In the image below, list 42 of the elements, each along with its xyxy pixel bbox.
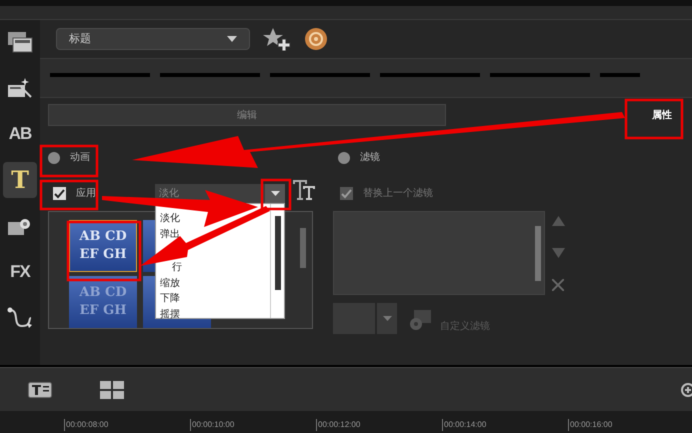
dropdown-arrow-button[interactable]	[265, 184, 285, 203]
sidebar-button[interactable]: AB	[3, 116, 37, 152]
dropdown-value: 标题	[69, 32, 91, 47]
close-icon[interactable]	[552, 279, 564, 291]
caret-icon	[382, 316, 392, 321]
timecode: 00:00:14:00	[442, 419, 506, 431]
library-dropdown[interactable]: 标题	[56, 28, 250, 50]
dropdown-option[interactable]: 淡化	[160, 211, 180, 226]
dropdown-option[interactable]: 弹出	[160, 226, 180, 242]
film-wand-icon	[7, 77, 33, 99]
dropdown-option[interactable]: 摇摆	[160, 306, 180, 322]
radio-button[interactable]: 滤镜	[338, 150, 380, 165]
highlight-frame	[40, 144, 98, 178]
timecode: 00:00:08:00	[64, 419, 128, 431]
timecode: 00:00:10:00	[190, 419, 254, 431]
sidebar-button[interactable]: T	[3, 162, 37, 198]
checkmark-icon	[341, 188, 352, 199]
radio-button[interactable]: 动画	[48, 150, 310, 165]
title-track-icon[interactable]	[28, 382, 52, 398]
timecode: 00:00:16:00	[568, 419, 632, 431]
preset-thumbnail[interactable]: AB CD EF GH	[69, 220, 137, 272]
dropdown-value: 淡化	[159, 187, 179, 201]
caret-icon	[227, 36, 237, 42]
checkbox[interactable]: 应用	[53, 186, 96, 201]
star-plus-icon[interactable]	[262, 27, 292, 51]
dropdown-arrow-button[interactable]	[377, 303, 397, 334]
dropdown-option[interactable]: 下降	[160, 291, 180, 306]
sidebar-button[interactable]: FX	[3, 254, 37, 290]
motion-path-icon	[7, 307, 33, 329]
zoom-in-icon[interactable]	[680, 382, 692, 398]
dropdown-option[interactable]: 行	[172, 260, 182, 276]
highlight-frame	[260, 178, 292, 210]
caret-icon	[270, 191, 280, 196]
dropdown-option[interactable]: 缩放	[160, 276, 180, 291]
scrollbar[interactable]	[270, 204, 284, 318]
timecode: 00:00:12:00	[316, 419, 380, 431]
film-stack-icon	[7, 31, 33, 53]
highlight-frame	[40, 180, 98, 210]
checkmark-icon	[54, 188, 65, 199]
grid-icon[interactable]	[100, 380, 124, 398]
text-style-icon[interactable]	[292, 178, 316, 200]
highlight-frame	[624, 98, 684, 140]
